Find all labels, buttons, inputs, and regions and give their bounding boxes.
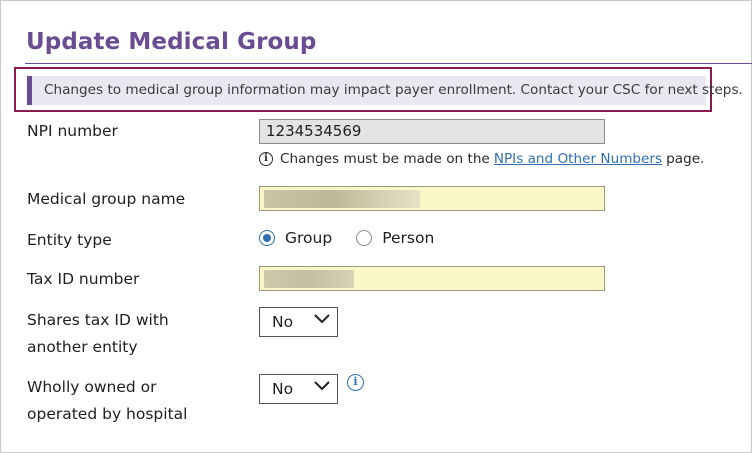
radio-checked[interactable] <box>259 230 275 246</box>
info-icon: i <box>259 152 273 166</box>
chevron-down-icon <box>314 381 330 391</box>
chevron-down-icon <box>314 314 330 324</box>
npis-and-other-numbers-link[interactable]: NPIs and Other Numbers <box>494 151 662 167</box>
dialog-frame: Update Medical Group Changes to medical … <box>0 0 752 453</box>
shares-tax-id-label-line2: another entity <box>27 338 138 356</box>
hospital-owned-label-line1: Wholly owned or <box>27 378 157 396</box>
npi-input: 1234534569 <box>259 119 605 144</box>
entity-type-radio-group: Group Person <box>259 229 434 247</box>
group-name-label: Medical group name <box>27 190 186 208</box>
notice-banner: Changes to medical group information may… <box>27 76 743 105</box>
shares-tax-id-select[interactable]: No <box>259 307 338 337</box>
notice-text: Changes to medical group information may… <box>44 82 743 98</box>
entity-type-option-group[interactable]: Group <box>259 229 332 247</box>
info-icon[interactable]: i <box>347 374 364 391</box>
redacted-value <box>264 270 354 288</box>
tax-id-label: Tax ID number <box>27 270 140 288</box>
hospital-owned-select[interactable]: No <box>259 374 338 404</box>
npi-label: NPI number <box>27 122 118 140</box>
npi-hint-suffix: page. <box>666 151 705 167</box>
npi-hint-prefix: Changes must be made on the <box>280 151 490 167</box>
entity-type-person-label[interactable]: Person <box>382 229 434 247</box>
entity-type-label: Entity type <box>27 231 112 249</box>
hospital-owned-selected-value: No <box>272 380 294 398</box>
npi-hint: i Changes must be made on the NPIs and O… <box>259 151 704 167</box>
page-title: Update Medical Group <box>26 29 317 55</box>
title-divider <box>25 63 752 64</box>
entity-type-group-label[interactable]: Group <box>285 229 332 247</box>
tax-id-input[interactable] <box>259 266 605 291</box>
entity-type-option-person[interactable]: Person <box>356 229 434 247</box>
hospital-owned-label-line2: operated by hospital <box>27 405 188 423</box>
radio-unchecked[interactable] <box>356 230 373 246</box>
redacted-value <box>264 190 420 208</box>
shares-tax-id-selected-value: No <box>272 313 294 331</box>
shares-tax-id-label-line1: Shares tax ID with <box>27 311 169 329</box>
group-name-input[interactable] <box>259 186 605 211</box>
